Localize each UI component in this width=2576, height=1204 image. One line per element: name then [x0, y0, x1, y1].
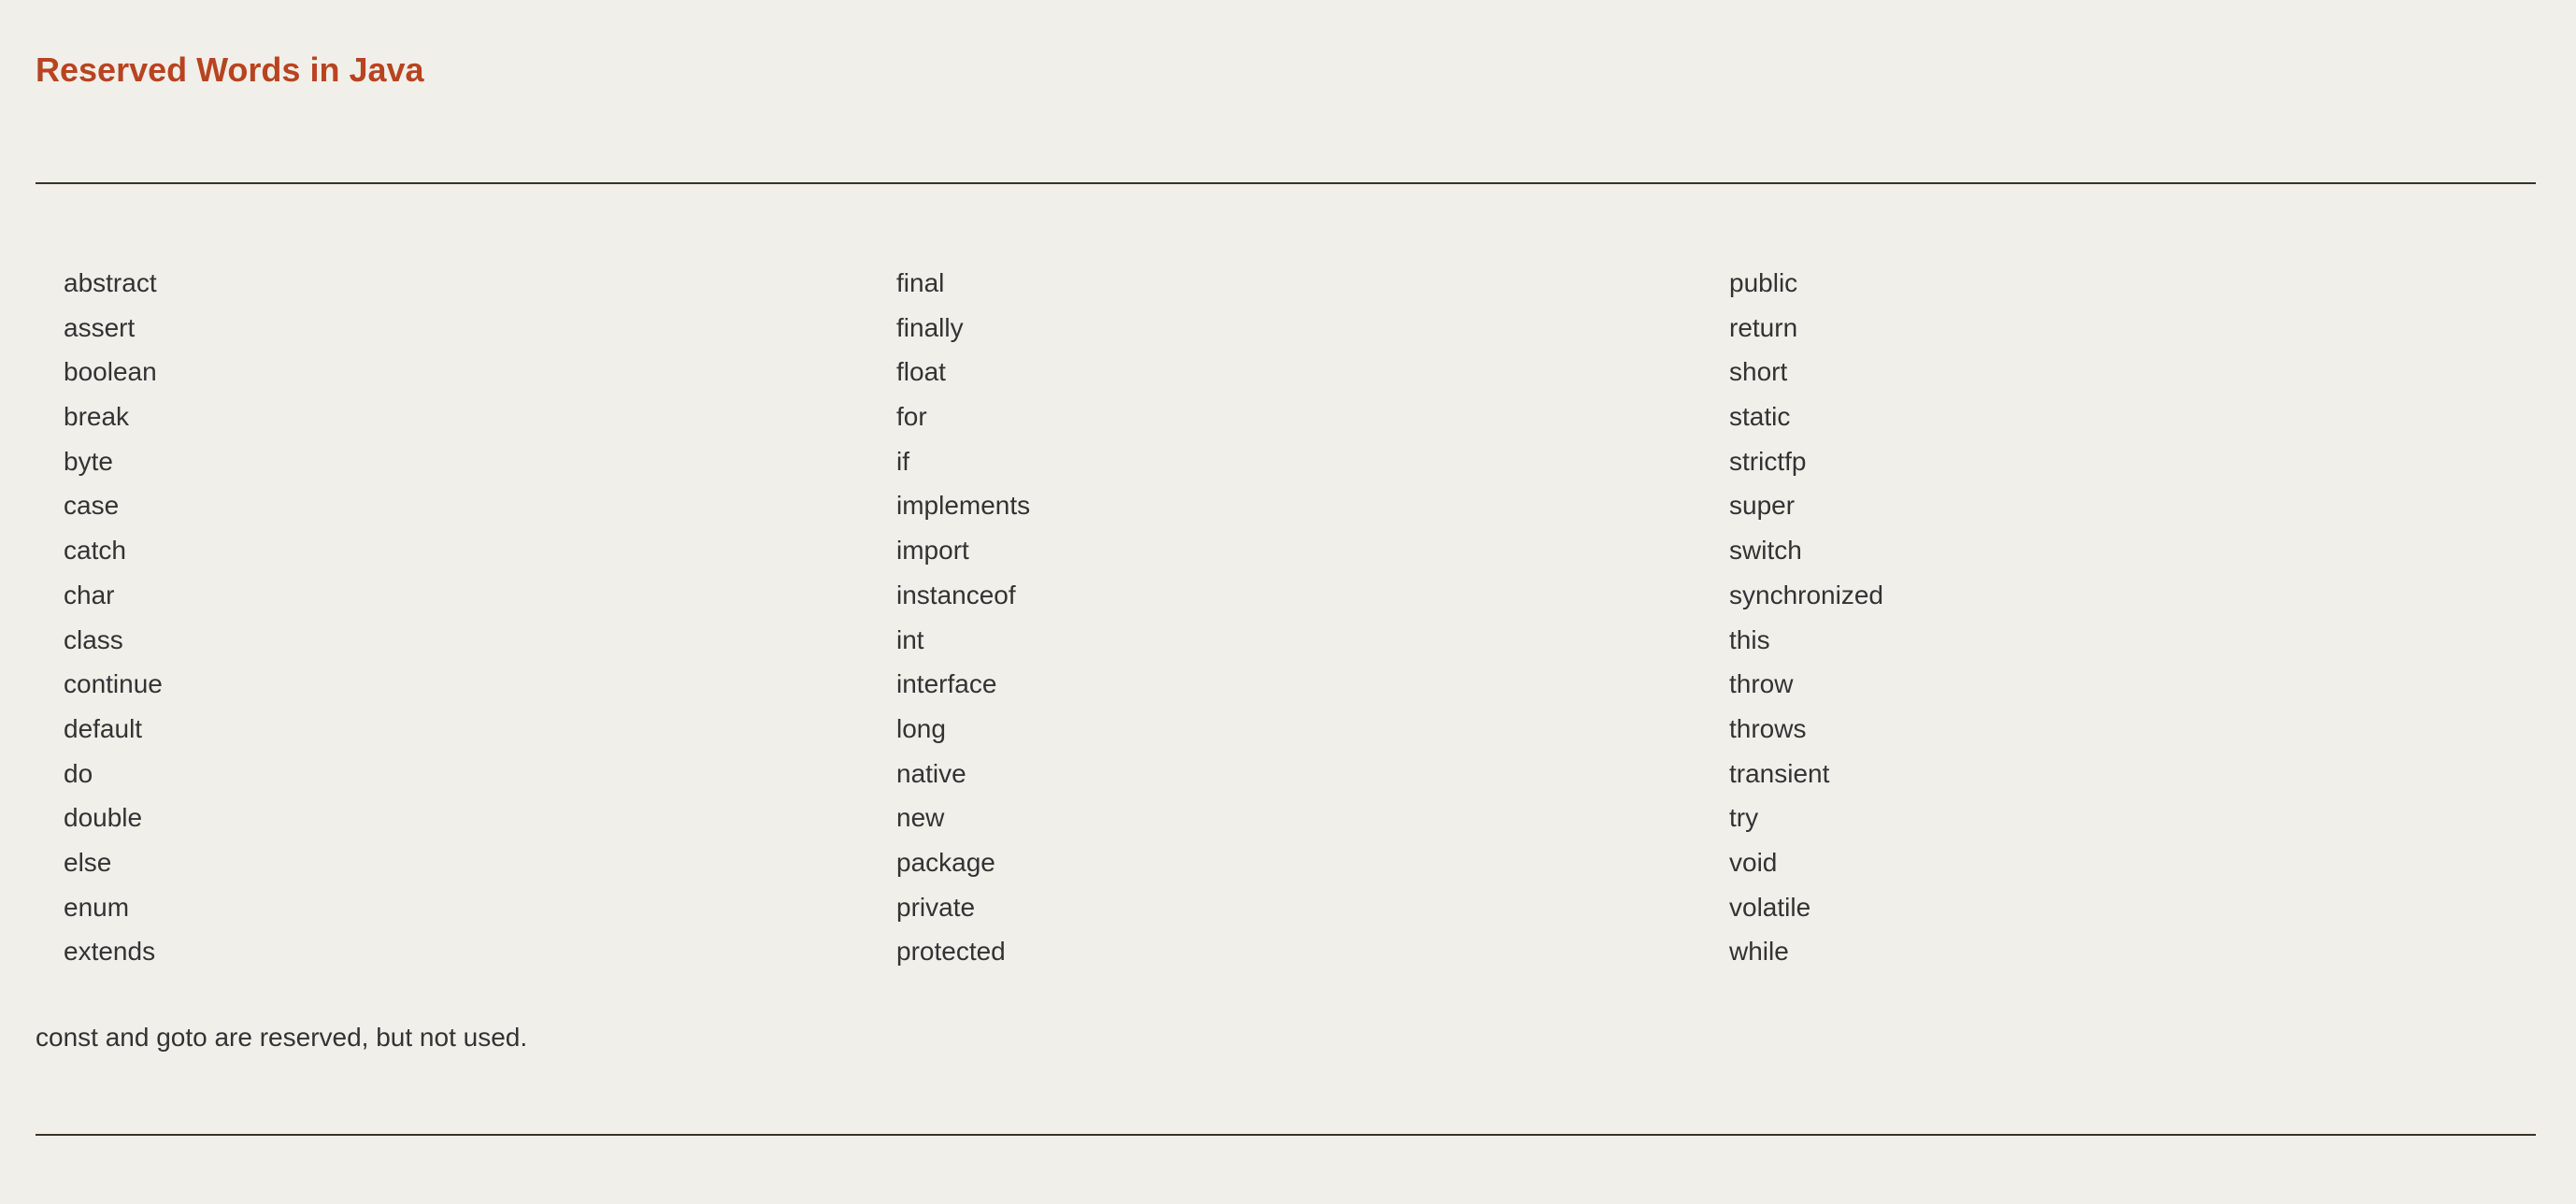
keyword-item: public	[1729, 268, 1798, 297]
keyword-item: enum	[64, 892, 130, 922]
keyword-item: void	[1729, 847, 1778, 877]
keyword-item: transient	[1729, 758, 1830, 788]
keyword-item: assert	[64, 312, 136, 342]
keyword-item: switch	[1729, 536, 1802, 566]
keyword-item: class	[64, 624, 123, 654]
keyword-item: for	[896, 402, 927, 432]
keyword-item: this	[1729, 624, 1770, 654]
keyword-item: static	[1729, 402, 1791, 432]
keyword-item: extends	[64, 937, 156, 967]
page-title: Reserved Words in Java	[36, 50, 424, 89]
keyword-item: abstract	[64, 268, 157, 297]
keyword-item: new	[896, 803, 945, 833]
reserved-footnote: const and goto are reserved, but not use…	[36, 1023, 528, 1052]
keyword-item: synchronized	[1729, 580, 1883, 609]
bottom-divider	[36, 1134, 2536, 1136]
keyword-item: else	[64, 847, 112, 877]
keyword-item: private	[896, 892, 976, 922]
keyword-item: break	[64, 402, 130, 432]
keyword-item: finally	[896, 312, 964, 342]
top-divider	[36, 182, 2536, 184]
keyword-item: char	[64, 580, 115, 609]
keyword-item: throws	[1729, 713, 1807, 743]
keyword-item: double	[64, 803, 143, 833]
keyword-item: strictfp	[1729, 446, 1807, 476]
keyword-item: case	[64, 491, 120, 521]
keyword-item: do	[64, 758, 93, 788]
keyword-item: protected	[896, 937, 1006, 967]
keyword-item: catch	[64, 536, 126, 566]
keyword-item: native	[896, 758, 966, 788]
keyword-item: return	[1729, 312, 1798, 342]
keyword-item: instanceof	[896, 580, 1016, 609]
keyword-item: package	[896, 847, 995, 877]
keyword-column-1: abstract assert boolean break byte case catch c…	[64, 261, 163, 974]
keyword-item: volatile	[1729, 892, 1811, 922]
keyword-item: if	[896, 446, 909, 476]
keyword-item: while	[1729, 937, 1789, 967]
keyword-item: throw	[1729, 669, 1794, 699]
keyword-item: try	[1729, 803, 1759, 833]
keyword-item: int	[896, 624, 924, 654]
keyword-item: byte	[64, 446, 113, 476]
keyword-column-2: final finally float for if implements import in…	[896, 261, 1030, 974]
keyword-item: long	[896, 713, 946, 743]
keyword-item: import	[896, 536, 969, 566]
keyword-item: interface	[896, 669, 997, 699]
keyword-item: final	[896, 268, 945, 297]
keyword-column-3: public return short static strictfp super swit…	[1729, 261, 1883, 974]
keyword-item: boolean	[64, 357, 157, 387]
keyword-item: default	[64, 713, 143, 743]
keyword-item: super	[1729, 491, 1796, 521]
keyword-item: short	[1729, 357, 1788, 387]
keyword-item: implements	[896, 491, 1031, 521]
keyword-item: float	[896, 357, 946, 387]
keyword-item: continue	[64, 669, 163, 699]
